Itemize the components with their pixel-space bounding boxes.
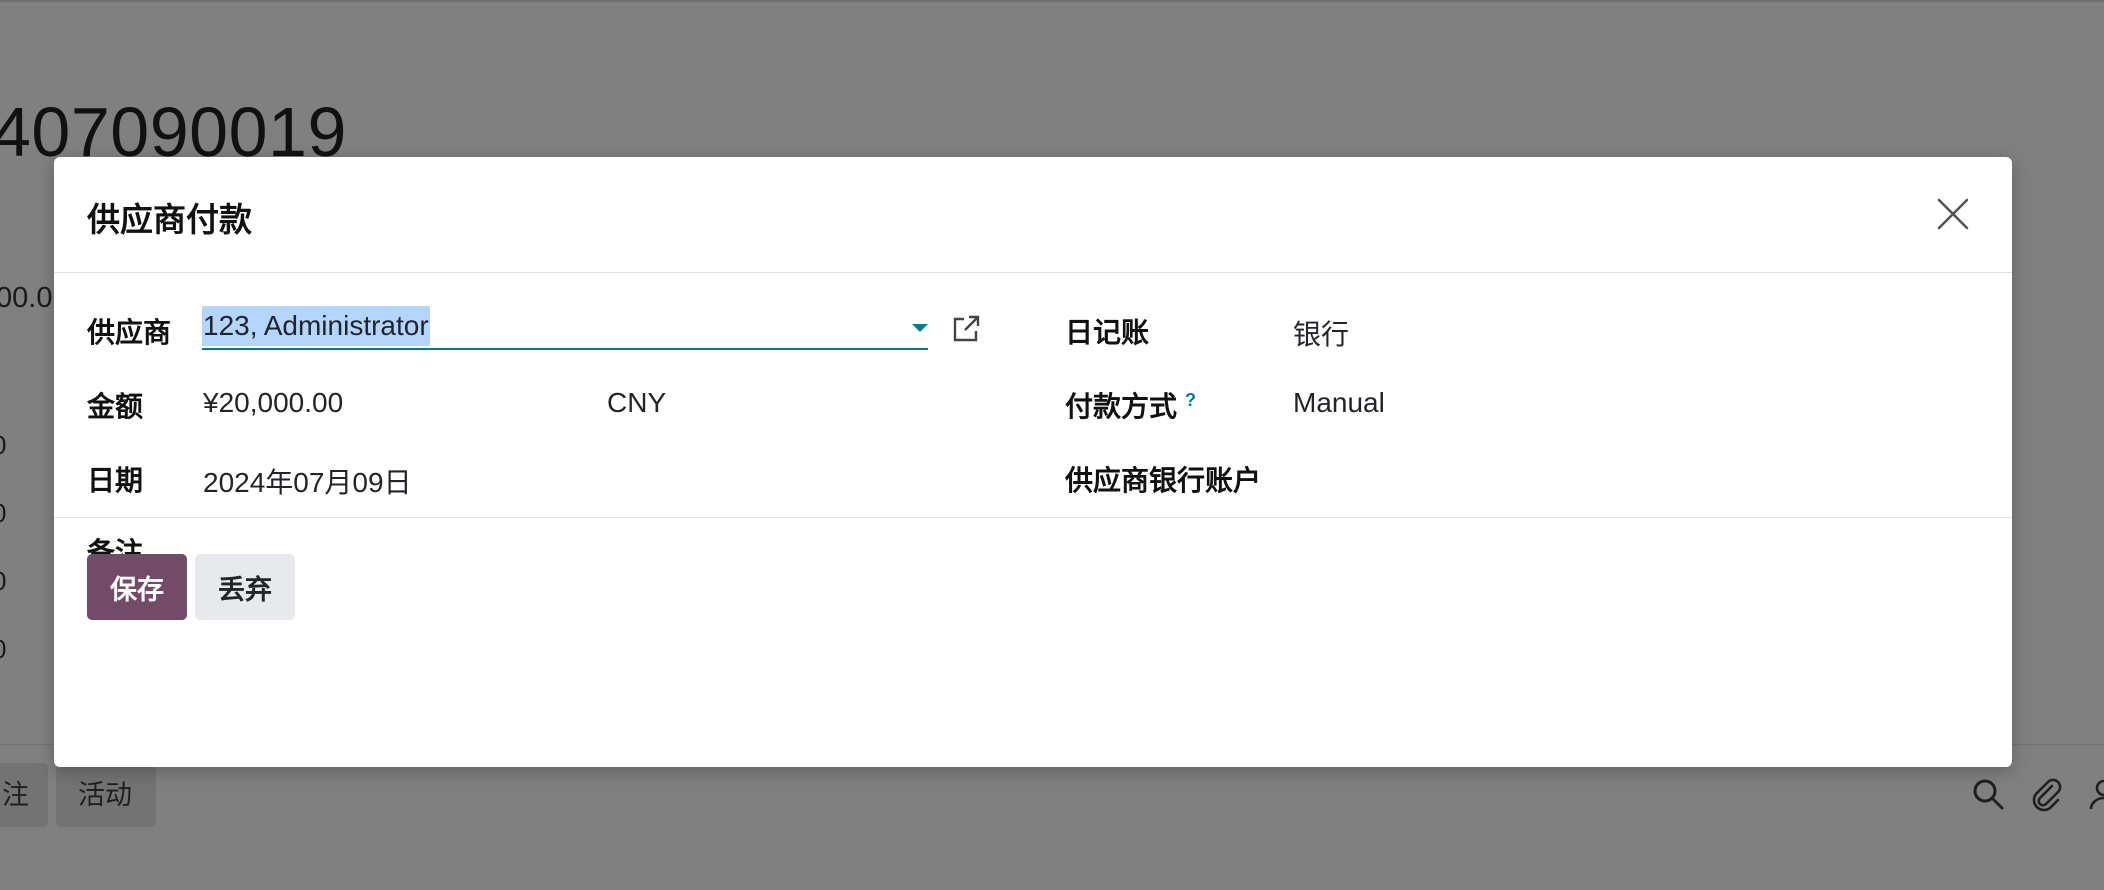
payment-method-label-wrap: 付款方式? xyxy=(1065,385,1196,425)
save-button[interactable]: 保存 xyxy=(87,554,187,620)
date-label: 日期 xyxy=(87,465,144,496)
currency-value[interactable]: CNY xyxy=(607,387,666,419)
person-icon[interactable] xyxy=(2086,776,2104,812)
dialog-title: 供应商付款 xyxy=(87,201,252,238)
journal-label: 日记账 xyxy=(1065,317,1150,348)
payment-dialog: 供应商付款 供应商 123, Administrator 金额 ¥20,000.… xyxy=(54,157,2012,767)
record-value-fragment: 0 xyxy=(0,566,6,597)
record-amount-fragment: 00.0 xyxy=(0,282,53,314)
record-value-fragment: 0 xyxy=(0,430,6,461)
help-tooltip-icon[interactable]: ? xyxy=(1185,390,1196,410)
partner-bank-label: 供应商银行账户 xyxy=(1065,465,1262,496)
dialog-body: 供应商 123, Administrator 金额 ¥20,000.00 CNY… xyxy=(54,273,2012,568)
payment-method-label: 付款方式 xyxy=(1065,391,1178,422)
amount-value[interactable]: ¥20,000.00 xyxy=(203,387,343,419)
close-icon[interactable] xyxy=(1936,197,1970,231)
discard-button[interactable]: 丢弃 xyxy=(195,554,295,620)
journal-value[interactable]: 银行 xyxy=(1293,313,1349,353)
amount-label: 金额 xyxy=(87,391,144,422)
dialog-header: 供应商付款 xyxy=(54,157,2012,273)
top-border xyxy=(0,0,2104,2)
external-link-icon[interactable] xyxy=(950,313,982,345)
payment-method-value[interactable]: Manual xyxy=(1293,387,1385,419)
dialog-footer: 保存 丢弃 xyxy=(54,519,2012,767)
partner-input-value[interactable]: 123, Administrator xyxy=(202,306,430,346)
chevron-down-icon[interactable] xyxy=(912,324,928,332)
date-value[interactable]: 2024年07月09日 xyxy=(203,461,412,501)
record-value-fragment: 0 xyxy=(0,634,6,665)
record-value-fragment: 0 xyxy=(0,498,6,529)
chatter-activity-button[interactable]: 活动 xyxy=(56,763,156,827)
paperclip-icon[interactable] xyxy=(2028,776,2064,812)
chatter-log-note-button[interactable]: 注 xyxy=(0,763,48,827)
partner-label: 供应商 xyxy=(87,317,172,348)
search-icon[interactable] xyxy=(1970,776,2006,812)
partner-field[interactable]: 123, Administrator xyxy=(202,306,928,350)
